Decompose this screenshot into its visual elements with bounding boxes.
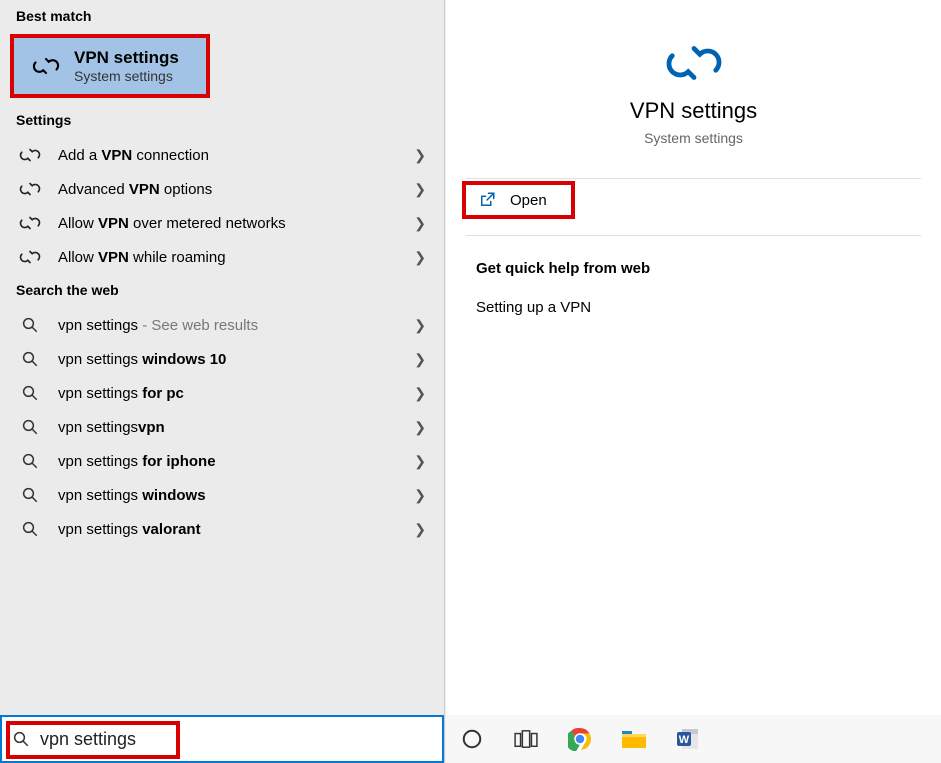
search-box[interactable]: [0, 715, 444, 763]
vpn-icon: [32, 55, 60, 77]
search-icon: [16, 486, 44, 504]
settings-item-label: Allow VPN while roaming: [58, 249, 400, 266]
web-item-label: vpn settings for pc: [58, 385, 400, 402]
search-icon: [16, 316, 44, 334]
search-icon: [12, 730, 30, 748]
search-input[interactable]: [40, 729, 432, 750]
chevron-right-icon: ❯: [414, 487, 426, 504]
vpn-icon: [16, 146, 44, 164]
best-match-header: Best match: [8, 0, 444, 34]
file-explorer-icon[interactable]: [620, 725, 648, 753]
chevron-right-icon: ❯: [414, 147, 426, 164]
web-search-item[interactable]: vpn settings valorant ❯: [8, 512, 444, 546]
search-icon: [16, 384, 44, 402]
web-search-item[interactable]: vpn settingsvpn ❯: [8, 410, 444, 444]
settings-item-label: Add a VPN connection: [58, 147, 400, 164]
settings-item[interactable]: Add a VPN connection ❯: [8, 138, 444, 172]
svg-text:W: W: [679, 734, 690, 746]
cortana-icon[interactable]: [458, 725, 486, 753]
chrome-icon[interactable]: [566, 725, 594, 753]
word-icon[interactable]: W: [674, 725, 702, 753]
web-search-item[interactable]: vpn settings windows ❯: [8, 478, 444, 512]
chevron-right-icon: ❯: [414, 385, 426, 402]
web-search-item[interactable]: vpn settings - See web results ❯: [8, 308, 444, 342]
settings-item[interactable]: Allow VPN over metered networks ❯: [8, 206, 444, 240]
details-panel: VPN settings System settings Open Get qu…: [445, 0, 941, 763]
web-item-label: vpn settings windows 10: [58, 351, 400, 368]
search-web-header: Search the web: [8, 274, 444, 308]
open-button[interactable]: Open: [460, 179, 577, 221]
details-title: VPN settings: [630, 98, 757, 124]
details-hero: VPN settings System settings: [446, 20, 941, 164]
chevron-right-icon: ❯: [414, 351, 426, 368]
chevron-right-icon: ❯: [414, 521, 426, 538]
web-item-label: vpn settings - See web results: [58, 317, 400, 334]
web-item-label: vpn settings for iphone: [58, 453, 400, 470]
vpn-icon-large: [665, 38, 723, 88]
chevron-right-icon: ❯: [414, 249, 426, 266]
chevron-right-icon: ❯: [414, 215, 426, 232]
web-search-item[interactable]: vpn settings windows 10 ❯: [8, 342, 444, 376]
best-match-title: VPN settings: [74, 48, 179, 68]
details-subtitle: System settings: [644, 130, 743, 146]
taskbar: W: [446, 715, 941, 763]
vpn-icon: [16, 248, 44, 266]
search-icon: [16, 520, 44, 538]
chevron-right-icon: ❯: [414, 419, 426, 436]
best-match-subtitle: System settings: [74, 68, 179, 84]
help-link-setting-up-vpn[interactable]: Setting up a VPN: [446, 285, 941, 330]
open-icon: [478, 191, 496, 209]
open-label: Open: [510, 192, 547, 209]
web-search-item[interactable]: vpn settings for pc ❯: [8, 376, 444, 410]
settings-item-label: Allow VPN over metered networks: [58, 215, 400, 232]
vpn-icon: [16, 180, 44, 198]
best-match-result[interactable]: VPN settings System settings: [10, 34, 210, 98]
search-icon: [16, 452, 44, 470]
quick-help-header: Get quick help from web: [446, 236, 941, 285]
web-item-label: vpn settingsvpn: [58, 419, 400, 436]
search-icon: [16, 350, 44, 368]
settings-item[interactable]: Advanced VPN options ❯: [8, 172, 444, 206]
search-results-panel: Best match VPN settings System settings …: [0, 0, 445, 763]
search-icon: [16, 418, 44, 436]
web-search-item[interactable]: vpn settings for iphone ❯: [8, 444, 444, 478]
vpn-icon: [16, 214, 44, 232]
settings-item-label: Advanced VPN options: [58, 181, 400, 198]
chevron-right-icon: ❯: [414, 453, 426, 470]
settings-section-header: Settings: [8, 104, 444, 138]
web-item-label: vpn settings windows: [58, 487, 400, 504]
settings-item[interactable]: Allow VPN while roaming ❯: [8, 240, 444, 274]
web-item-label: vpn settings valorant: [58, 521, 400, 538]
task-view-icon[interactable]: [512, 725, 540, 753]
chevron-right-icon: ❯: [414, 181, 426, 198]
chevron-right-icon: ❯: [414, 317, 426, 334]
